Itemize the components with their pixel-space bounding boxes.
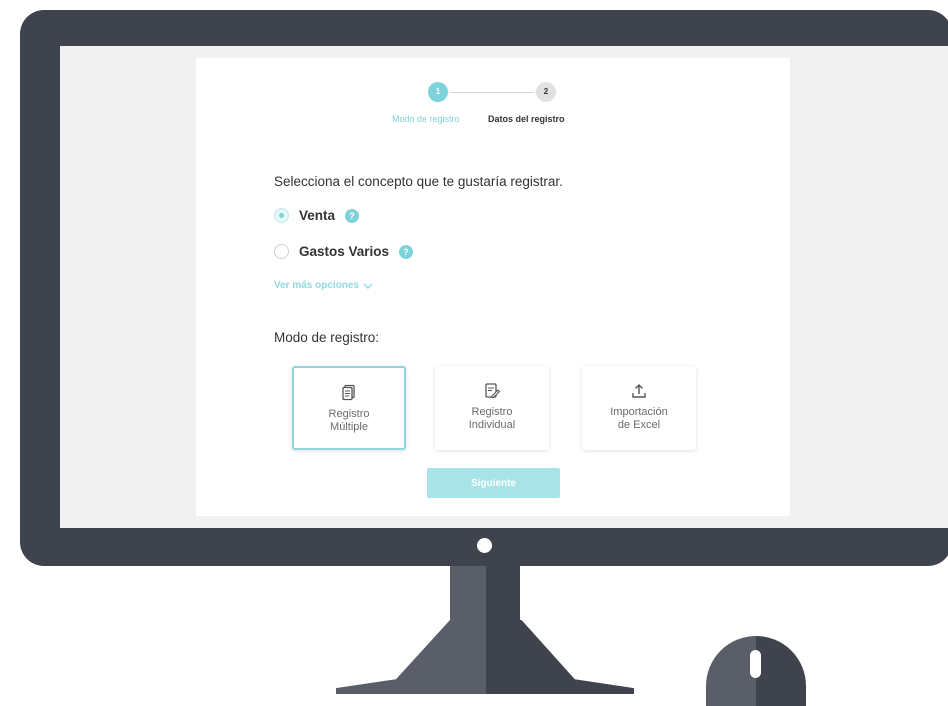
mode-card-line: Importación: [610, 406, 668, 418]
mode-card-line: Múltiple: [330, 421, 368, 433]
power-indicator: [477, 538, 492, 553]
more-options-link[interactable]: Ver más opciones: [274, 280, 373, 291]
mode-card-line: Registro: [471, 406, 513, 418]
registration-panel: 1 2 Modo de registro Datos del registro …: [196, 58, 790, 516]
mode-card-label: Registro Individual: [469, 406, 515, 432]
stepper: 1 2 Modo de registro Datos del registro: [196, 58, 790, 138]
option-gastos-varios[interactable]: Gastos Varios ?: [274, 244, 414, 259]
option-venta-label[interactable]: Venta: [299, 208, 335, 223]
more-options-label[interactable]: Ver más opciones: [274, 280, 359, 291]
step-2-indicator: 2: [536, 82, 556, 102]
monitor-stand-base-shadow: [486, 620, 634, 694]
mouse-wheel: [750, 650, 761, 678]
mode-card-label: Importación de Excel: [610, 406, 667, 432]
chevron-down-icon[interactable]: [363, 283, 373, 289]
concept-prompt: Selecciona el concepto que te gustaría r…: [274, 174, 563, 189]
next-button[interactable]: Siguiente: [427, 468, 560, 498]
step-1-indicator: 1: [428, 82, 448, 102]
option-venta[interactable]: Venta ?: [274, 208, 360, 223]
option-gastos-varios-label[interactable]: Gastos Varios: [299, 244, 389, 259]
mode-card-importacion-excel[interactable]: Importación de Excel: [582, 366, 696, 450]
radio-gastos-varios[interactable]: [274, 244, 289, 259]
mode-card-registro-multiple[interactable]: Registro Múltiple: [292, 366, 406, 450]
stacked-documents-icon: [342, 384, 355, 401]
stepper-connector: [450, 92, 534, 93]
mode-card-line: Registro: [328, 408, 370, 420]
mode-card-registro-individual[interactable]: Registro Individual: [435, 366, 549, 450]
mode-label: Modo de registro:: [274, 330, 380, 345]
mode-card-line: de Excel: [617, 419, 661, 431]
monitor-stand-base: [336, 620, 486, 694]
radio-venta[interactable]: [274, 208, 289, 223]
step-2-label: Datos del registro: [488, 114, 565, 124]
mode-card-line: Individual: [468, 419, 516, 431]
document-edit-icon: [485, 383, 501, 399]
question-icon[interactable]: ?: [345, 208, 360, 223]
question-icon[interactable]: ?: [399, 244, 414, 259]
step-1-label: Modo de registro: [392, 114, 460, 124]
upload-icon: [632, 384, 646, 398]
mode-card-label: Registro Múltiple: [329, 408, 370, 434]
